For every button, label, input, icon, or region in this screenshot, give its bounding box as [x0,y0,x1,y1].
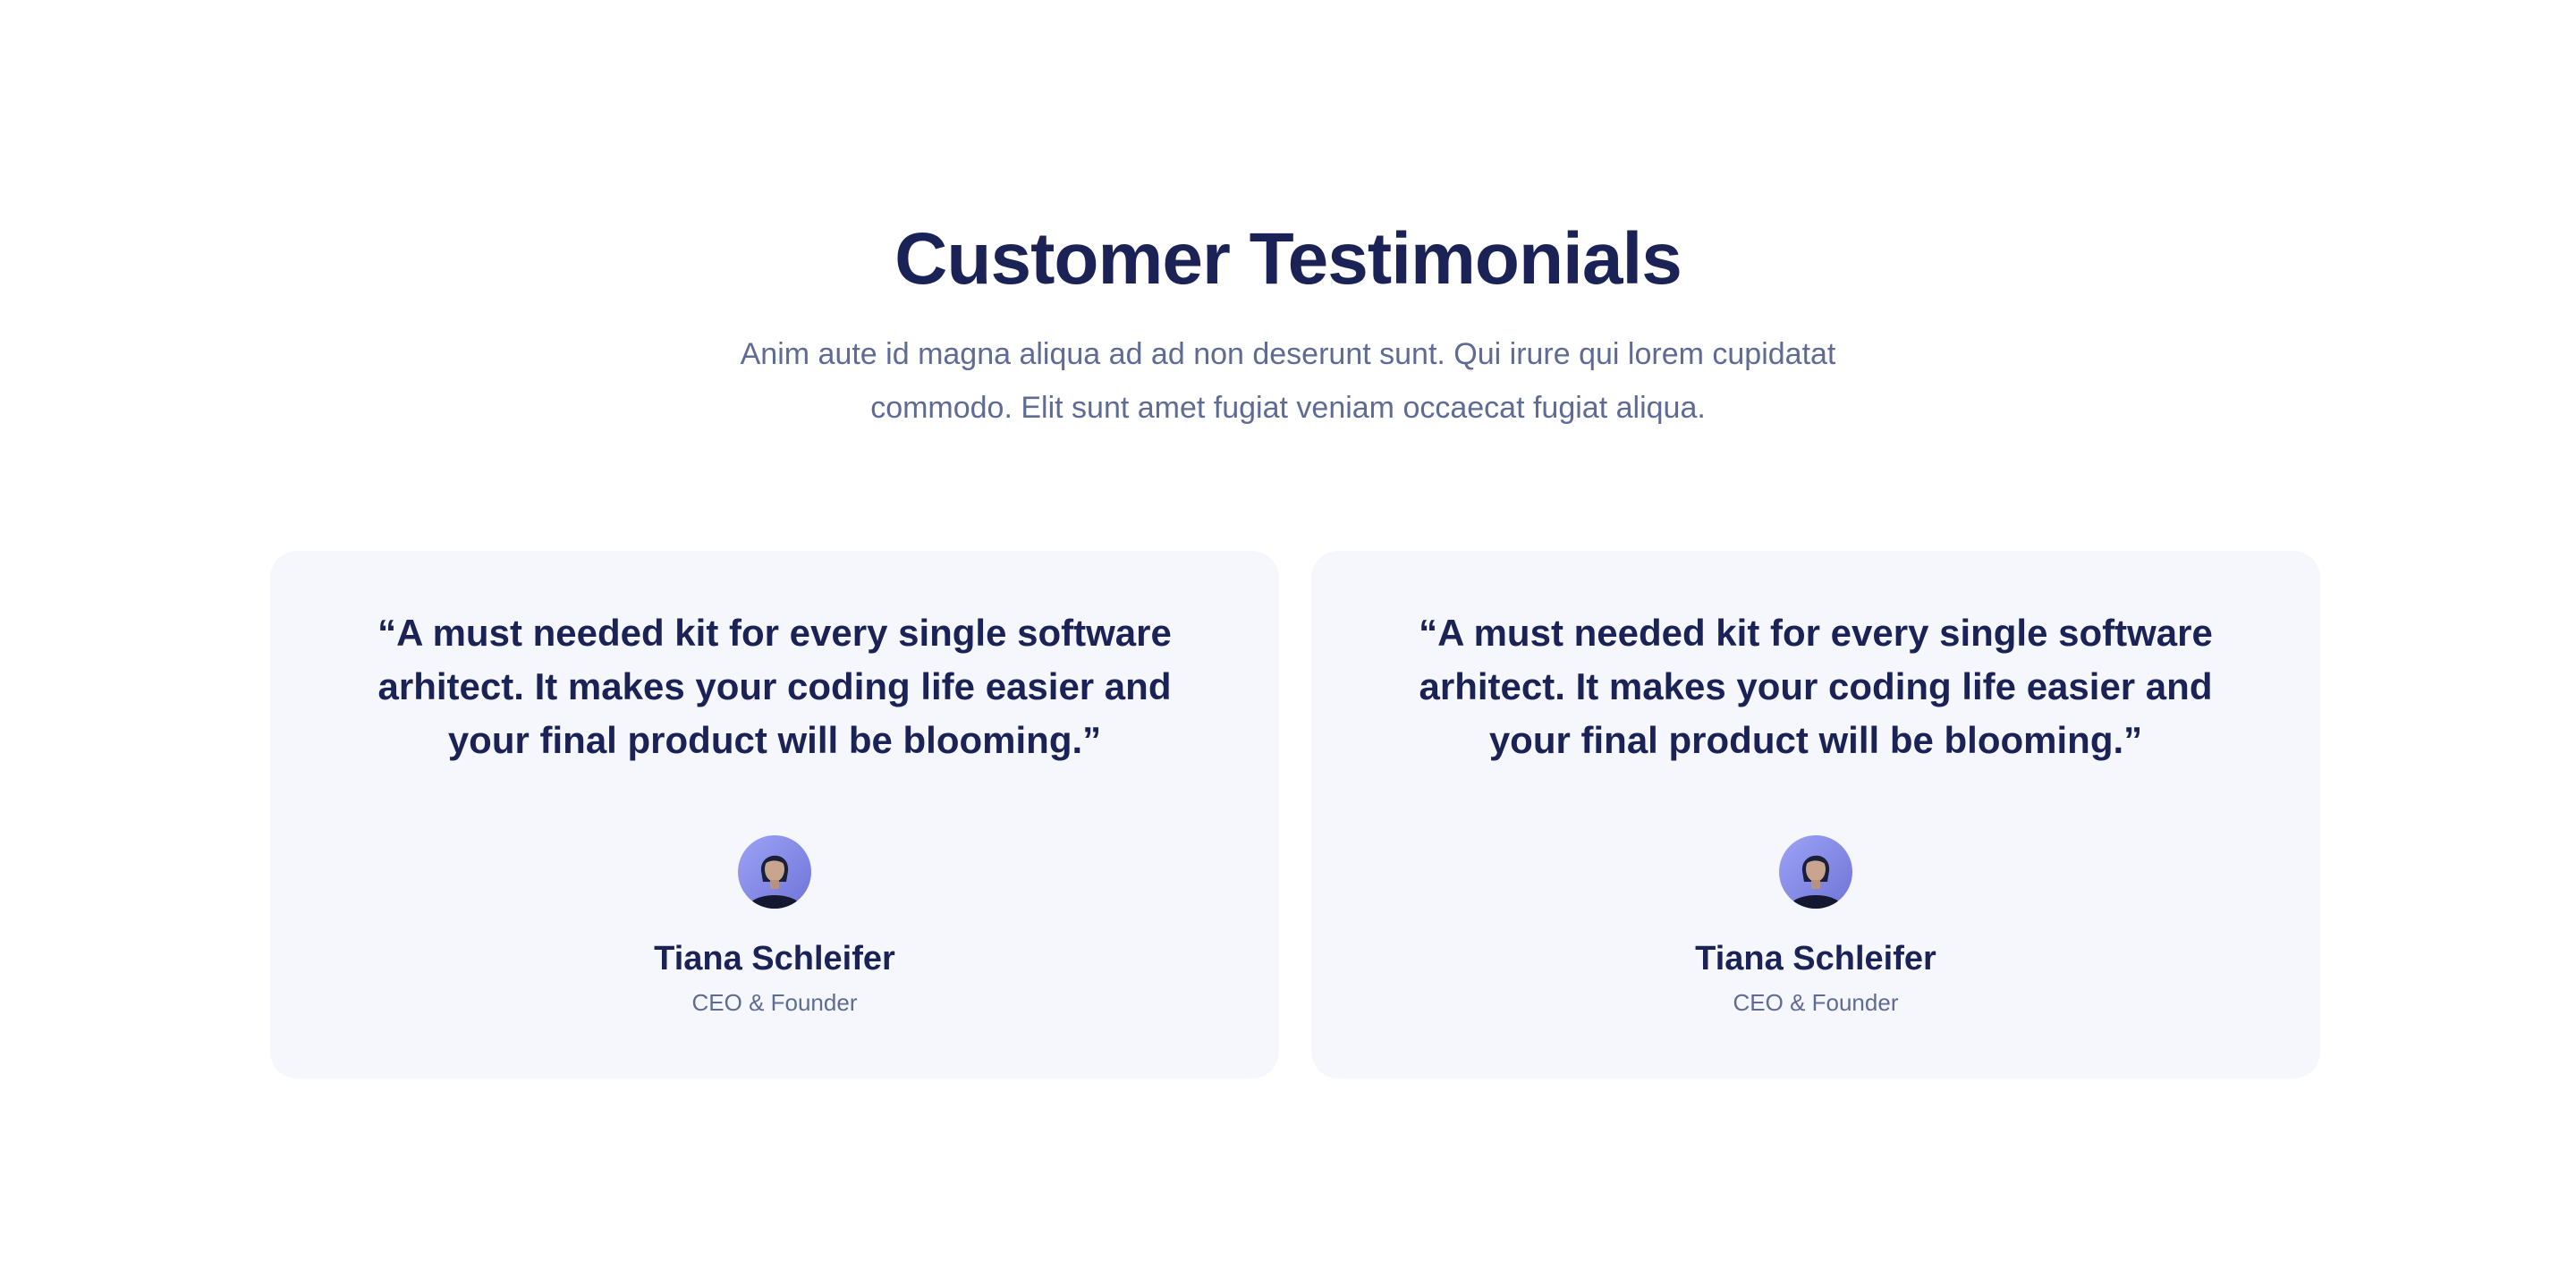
section-title: Customer Testimonials [894,218,1682,300]
testimonial-role: CEO & Founder [691,989,858,1016]
testimonial-quote: “A must needed kit for every single soft… [1419,612,2213,761]
testimonials-section: Customer Testimonials Anim aute id magna… [0,0,2576,1286]
testimonial-cards: “A must needed kit for every single soft… [270,551,2320,1079]
testimonial-name: Tiana Schleifer [654,940,895,977]
person-avatar-icon [1779,835,1852,909]
testimonial-name: Tiana Schleifer [1695,940,1936,977]
testimonial-quote: “A must needed kit for every single soft… [377,612,1172,761]
testimonial-card: “A must needed kit for every single soft… [1311,551,2320,1079]
avatar [1779,835,1852,909]
testimonial-role: CEO & Founder [1733,989,1899,1016]
person-avatar-icon [738,835,811,909]
testimonial-card: “A must needed kit for every single soft… [270,551,1279,1079]
section-subtitle: Anim aute id magna aliqua ad ad non dese… [740,337,1836,425]
avatar [738,835,811,909]
